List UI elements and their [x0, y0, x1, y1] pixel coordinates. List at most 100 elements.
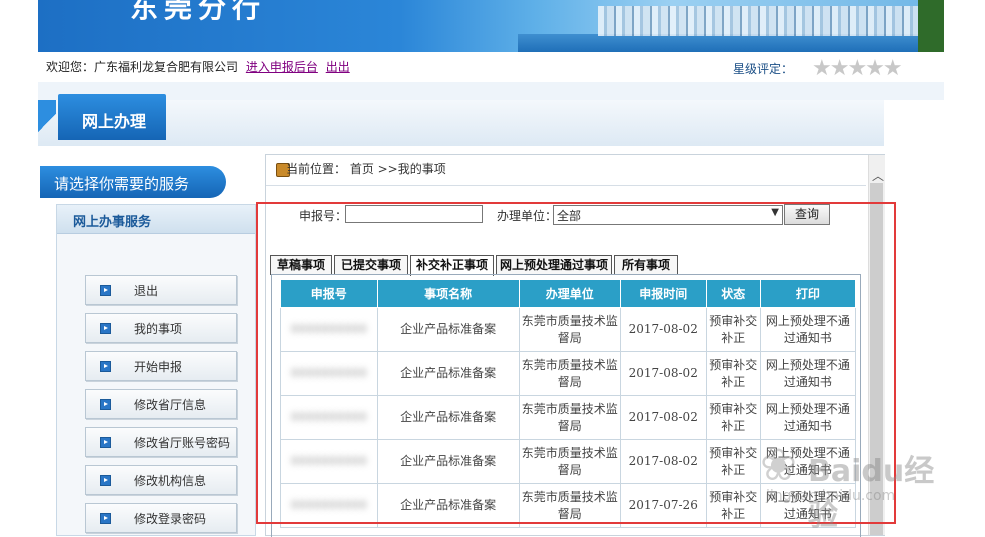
tab-submitted[interactable]: 已提交事项	[334, 255, 408, 275]
sidebar-item-label: 修改机构信息	[134, 474, 207, 488]
cell-status: 预审补交补正	[705, 483, 761, 528]
cell-unit: 东莞市质量技术监督局	[518, 439, 621, 484]
sidebar-subheader: 网上办事服务	[57, 205, 255, 234]
cell-print-link[interactable]: 网上预处理不通过通知书	[759, 439, 857, 484]
sidebar-item-edit-login-password[interactable]: 修改登录密码	[85, 503, 237, 533]
sidebar-header: 请选择你需要的服务	[40, 166, 226, 198]
breadcrumb: 当前位置： 首页 >>我的事项	[266, 155, 866, 186]
col-status: 状态	[705, 279, 761, 308]
company-name: 广东福利龙复合肥有限公司	[94, 60, 239, 74]
banner-trees	[918, 0, 944, 52]
cell-print-link[interactable]: 网上预处理不通过通知书	[759, 307, 857, 352]
rating-stars-icon: ★★★★★	[812, 56, 903, 81]
section-title: 网上办理	[82, 112, 147, 131]
section-header: 网上办理	[38, 94, 884, 146]
tab-all[interactable]: 所有事项	[614, 255, 678, 275]
sidebar-item-label: 开始申报	[134, 360, 183, 374]
bullet-icon	[100, 437, 111, 448]
cell-date: 2017-08-02	[619, 351, 707, 396]
table-header-row: 申报号 事项名称 办理单位 申报时间 状态 打印	[280, 279, 857, 308]
sidebar-item-label: 修改省厅信息	[134, 398, 207, 412]
cell-status: 预审补交补正	[705, 351, 761, 396]
cell-status: 预审补交补正	[705, 307, 761, 352]
col-item: 事项名称	[376, 279, 520, 308]
query-button[interactable]: 查询	[784, 204, 830, 225]
col-date: 申报时间	[619, 279, 707, 308]
sidebar-header-label: 请选择你需要的服务	[54, 175, 190, 193]
cell-unit: 东莞市质量技术监督局	[518, 395, 621, 440]
num-input[interactable]	[345, 205, 483, 223]
cell-item: 企业产品标准备案	[376, 439, 520, 484]
col-num: 申报号	[280, 279, 378, 308]
num-label: 申报号：	[299, 209, 348, 223]
cell-date: 2017-08-02	[619, 439, 707, 484]
bullet-icon	[100, 513, 111, 524]
content-frame: 当前位置： 首页 >>我的事项 申报号： 办理单位： 全部 ▼ 查询 草稿事项 …	[265, 154, 885, 537]
cell-date: 2017-08-02	[619, 307, 707, 352]
cell-unit: 东莞市质量技术监督局	[518, 307, 621, 352]
table-panel: 申报号 事项名称 办理单位 申报时间 状态 打印 0000000000 企业产品…	[271, 274, 861, 537]
col-print: 打印	[759, 279, 857, 308]
banner-title: 东莞分行	[130, 0, 267, 24]
sidebar-item-label: 修改省厅账号密码	[134, 436, 231, 450]
cell-item: 企业产品标准备案	[376, 395, 520, 440]
bullet-icon	[100, 285, 111, 296]
banner: 东莞分行	[38, 0, 944, 52]
sidebar-item-logout[interactable]: 退出	[85, 275, 237, 305]
banner-city	[598, 6, 944, 36]
bullet-icon	[100, 475, 111, 486]
table-row[interactable]: 0000000000 企业产品标准备案 东莞市质量技术监督局 2017-07-2…	[280, 483, 857, 528]
cell-num: 0000000000	[280, 395, 378, 440]
cell-num: 0000000000	[280, 439, 378, 484]
sidebar-item-label: 退出	[134, 284, 159, 298]
sidebar-item-label: 修改登录密码	[134, 512, 207, 526]
tab-supplement[interactable]: 补交补正事项	[410, 255, 494, 276]
welcome-bar: 欢迎您：广东福利龙复合肥有限公司 进入申报后台 出出 星级评定： ★★★★★	[38, 52, 944, 83]
section-corner	[38, 100, 56, 146]
banner-water	[518, 34, 944, 52]
cell-status: 预审补交补正	[705, 395, 761, 440]
sidebar-item-edit-org-info[interactable]: 修改机构信息	[85, 465, 237, 495]
tab-preprocessed[interactable]: 网上预处理通过事项	[496, 255, 612, 275]
content-scrollbar[interactable]: ︿	[868, 155, 885, 535]
sidebar-item-edit-province-password[interactable]: 修改省厅账号密码	[85, 427, 237, 457]
table-row[interactable]: 0000000000 企业产品标准备案 东莞市质量技术监督局 2017-08-0…	[280, 395, 857, 440]
table-row[interactable]: 0000000000 企业产品标准备案 东莞市质量技术监督局 2017-08-0…	[280, 439, 857, 484]
sidebar-item-my-items[interactable]: 我的事项	[85, 313, 237, 343]
unit-select[interactable]: 全部 ▼	[553, 205, 783, 225]
cell-status: 预审补交补正	[705, 439, 761, 484]
cell-date: 2017-07-26	[619, 483, 707, 528]
bullet-icon	[100, 399, 111, 410]
cell-unit: 东莞市质量技术监督局	[518, 483, 621, 528]
col-unit: 办理单位	[518, 279, 621, 308]
scroll-up-icon[interactable]: ︿	[872, 167, 884, 184]
backend-link[interactable]: 进入申报后台	[246, 60, 318, 74]
cell-print-link[interactable]: 网上预处理不通过通知书	[759, 351, 857, 396]
cell-item: 企业产品标准备案	[376, 483, 520, 528]
logout-link[interactable]: 出出	[326, 60, 350, 74]
bullet-icon	[100, 361, 111, 372]
cell-date: 2017-08-02	[619, 395, 707, 440]
welcome-prefix: 欢迎您：	[46, 60, 95, 74]
sidebar-item-edit-province-info[interactable]: 修改省厅信息	[85, 389, 237, 419]
tab-drafts[interactable]: 草稿事项	[270, 255, 332, 275]
cell-item: 企业产品标准备案	[376, 307, 520, 352]
table-row[interactable]: 0000000000 企业产品标准备案 东莞市质量技术监督局 2017-08-0…	[280, 351, 857, 396]
chevron-down-icon: ▼	[771, 207, 779, 218]
sidebar-item-label: 我的事项	[134, 322, 183, 336]
header-band	[38, 82, 944, 100]
rating-label: 星级评定：	[733, 62, 794, 76]
cell-print-link[interactable]: 网上预处理不通过通知书	[759, 395, 857, 440]
scroll-thumb[interactable]	[870, 183, 883, 535]
cell-print-link[interactable]: 网上预处理不通过通知书	[759, 483, 857, 528]
cell-unit: 东莞市质量技术监督局	[518, 351, 621, 396]
sidebar-subheader-label: 网上办事服务	[73, 215, 152, 230]
sidebar-item-start-apply[interactable]: 开始申报	[85, 351, 237, 381]
unit-select-value: 全部	[557, 209, 582, 223]
section-tab: 网上办理	[58, 94, 166, 140]
cell-num: 0000000000	[280, 483, 378, 528]
unit-label: 办理单位：	[497, 209, 558, 223]
sidebar: 网上办事服务 退出 我的事项 开始申报 修改省厅信息 修改省厅账号密码 修改机构…	[56, 204, 256, 536]
bullet-icon	[100, 323, 111, 334]
table-row[interactable]: 0000000000 企业产品标准备案 东莞市质量技术监督局 2017-08-0…	[280, 307, 857, 352]
